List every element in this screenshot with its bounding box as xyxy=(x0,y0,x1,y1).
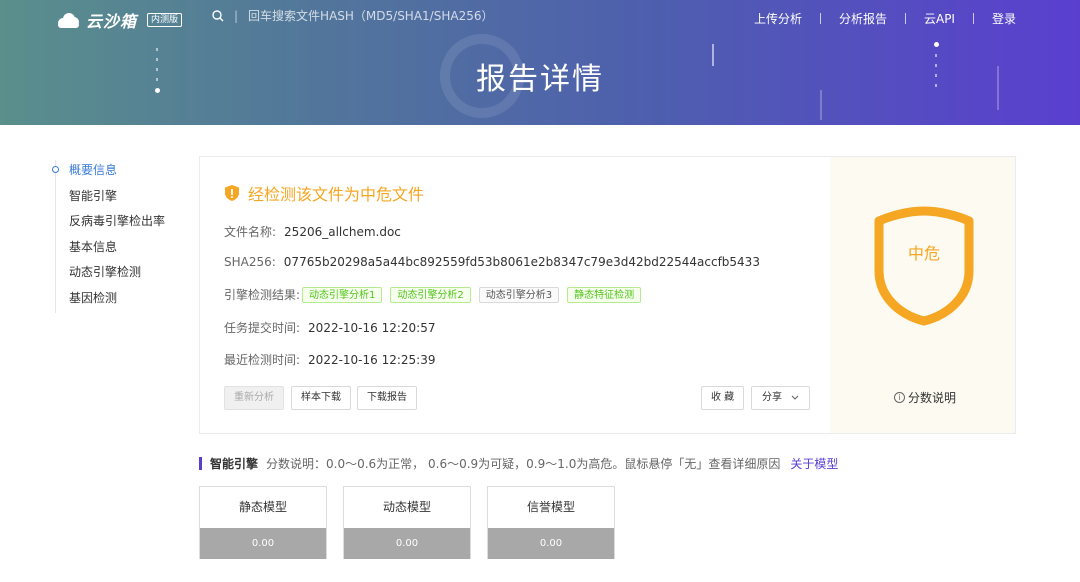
nav-upload-analysis[interactable]: 上传分析 xyxy=(754,10,802,27)
submit-time-row: 任务提交时间: 2022-10-16 12:20:57 xyxy=(224,319,436,336)
model-name: 静态模型 xyxy=(200,487,326,528)
beta-badge: 内测版 xyxy=(147,13,183,27)
sidebar-item-antivirus-rate[interactable]: 反病毒引擎检出率 xyxy=(69,211,165,237)
chevron-down-icon xyxy=(791,395,799,400)
sidebar-item-gene-detection[interactable]: 基因检测 xyxy=(69,288,165,314)
verdict: 经检测该文件为中危文件 xyxy=(224,181,424,205)
section-title: 智能引擎 xyxy=(210,457,259,471)
recent-time-label: 最近检测时间: xyxy=(224,353,301,367)
submit-time-label: 任务提交时间: xyxy=(224,321,301,335)
page-title: 报告详情 xyxy=(476,62,604,97)
search-bar: | xyxy=(212,9,499,23)
risk-level-text: 中危 xyxy=(908,244,940,263)
share-label: 分享 xyxy=(762,392,782,403)
sidebar-anchor-nav: 概要信息 智能引擎 反病毒引擎检出率 基本信息 动态引擎检测 基因检测 xyxy=(51,160,165,314)
sidebar-item-smart-engine[interactable]: 智能引擎 xyxy=(69,186,165,212)
engine-tag[interactable]: 动态引擎分析2 xyxy=(390,286,471,303)
file-name-label: 文件名称: xyxy=(224,225,277,239)
cloud-icon xyxy=(56,12,80,28)
download-sample-button[interactable]: 样本下载 xyxy=(291,386,351,410)
share-button[interactable]: 分享 xyxy=(751,386,810,410)
smart-engine-header: 智能引擎 分数说明：0.0～0.6为正常， 0.6～0.9为可疑，0.9～1.0… xyxy=(199,455,838,472)
info-icon: i xyxy=(894,392,905,403)
nav-analysis-report[interactable]: 分析报告 xyxy=(839,10,887,27)
model-card-static: 静态模型 0.00 xyxy=(199,486,327,559)
recent-time-value: 2022-10-16 12:25:39 xyxy=(308,352,436,367)
summary-card: 经检测该文件为中危文件 文件名称: 25206_allchem.doc SHA2… xyxy=(199,156,1016,434)
score-explain-label: 分数说明 xyxy=(908,391,957,405)
risk-shield-icon: 中危 xyxy=(874,206,974,326)
model-name: 动态模型 xyxy=(344,487,470,528)
nav-divider xyxy=(819,13,821,24)
model-score: 0.00 xyxy=(344,528,470,559)
header-banner: 云沙箱 内测版 | 上传分析 分析报告 云API 登录 报告详情 xyxy=(0,0,1080,125)
verdict-text: 经检测该文件为中危文件 xyxy=(248,185,425,204)
sidebar-item-overview[interactable]: 概要信息 xyxy=(51,160,165,186)
file-name-value: 25206_allchem.doc xyxy=(284,224,401,239)
logo-text: 云沙箱 xyxy=(86,12,138,31)
submit-time-value: 2022-10-16 12:20:57 xyxy=(308,320,436,335)
warning-shield-icon xyxy=(225,185,239,201)
sha256-label: SHA256: xyxy=(224,255,276,269)
engine-result-row: 引擎检测结果: 动态引擎分析1 动态引擎分析2 动态引擎分析3 静态特征检测 xyxy=(224,286,649,303)
reanalyze-button[interactable]: 重新分析 xyxy=(224,386,284,410)
nav-divider xyxy=(972,13,974,24)
engine-tag[interactable]: 静态特征检测 xyxy=(567,286,642,303)
model-name: 信誉模型 xyxy=(488,487,614,528)
engine-tags: 动态引擎分析1 动态引擎分析2 动态引擎分析3 静态特征检测 xyxy=(302,286,649,303)
nav-divider xyxy=(904,13,906,24)
sidebar-item-basic-info[interactable]: 基本信息 xyxy=(69,237,165,263)
score-explain-link[interactable]: i 分数说明 xyxy=(894,389,956,406)
model-card-dynamic: 动态模型 0.00 xyxy=(343,486,471,559)
about-model-link[interactable]: 关于模型 xyxy=(790,455,838,472)
nav-cloud-api[interactable]: 云API xyxy=(924,10,955,27)
engine-result-label: 引擎检测结果: xyxy=(224,288,301,302)
search-input[interactable] xyxy=(248,9,499,23)
top-nav: 上传分析 分析报告 云API 登录 xyxy=(754,10,1016,27)
model-score: 0.00 xyxy=(200,528,326,559)
model-card-reputation: 信誉模型 0.00 xyxy=(487,486,615,559)
section-marker xyxy=(199,457,202,470)
favorite-button[interactable]: 收 藏 xyxy=(701,386,745,410)
sha256-row: SHA256: 07765b20298a5a44bc892559fd53b806… xyxy=(224,255,760,269)
recent-time-row: 最近检测时间: 2022-10-16 12:25:39 xyxy=(224,351,436,368)
section-description: 分数说明：0.0～0.6为正常， 0.6～0.9为可疑，0.9～1.0为高危。鼠… xyxy=(266,457,781,471)
sidebar-item-dynamic-engine[interactable]: 动态引擎检测 xyxy=(69,262,165,288)
nav-login[interactable]: 登录 xyxy=(992,10,1016,27)
sha256-value: 07765b20298a5a44bc892559fd53b8061e2b8347… xyxy=(283,255,760,269)
search-divider: | xyxy=(234,9,239,23)
engine-tag[interactable]: 动态引擎分析1 xyxy=(302,286,383,303)
engine-tag[interactable]: 动态引擎分析3 xyxy=(478,286,560,303)
search-icon[interactable] xyxy=(212,10,224,22)
file-name-row: 文件名称: 25206_allchem.doc xyxy=(224,223,401,240)
logo[interactable]: 云沙箱 内测版 xyxy=(56,8,183,32)
model-score: 0.00 xyxy=(488,528,614,559)
download-report-button[interactable]: 下载报告 xyxy=(357,386,417,410)
